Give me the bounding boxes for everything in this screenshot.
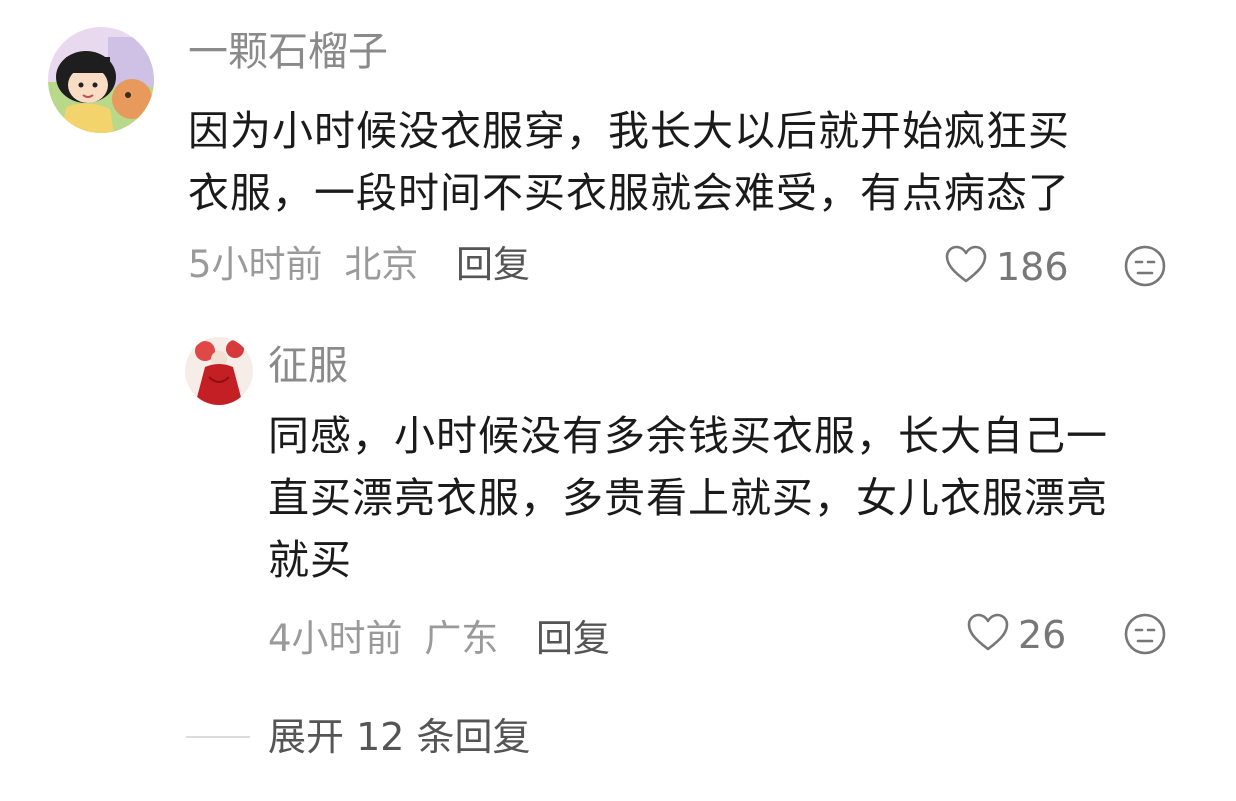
meh-face-icon (1123, 245, 1167, 292)
comment-dislike-button[interactable] (1123, 244, 1167, 292)
comment-text-line: 因为小时候没衣服穿，我长大以后就开始疯狂买 (188, 107, 1070, 155)
commenter-username[interactable]: 一颗石榴子 (188, 32, 388, 72)
comment-meta: 5小时前 北京 (188, 246, 418, 283)
comment-text-line: 衣服，一段时间不买衣服就会难受，有点病态了 (188, 169, 1070, 217)
reply-reply-button[interactable]: 回复 (536, 620, 610, 657)
comment-reply-button[interactable]: 回复 (456, 246, 530, 283)
heart-outline-icon (944, 244, 988, 290)
expand-divider (186, 736, 250, 738)
reply-location: 广东 (424, 617, 499, 660)
comment-time: 5小时前 (188, 243, 323, 286)
comment-text: 因为小时候没衣服穿，我长大以后就开始疯狂买 衣服，一段时间不买衣服就会难受，有点… (188, 100, 1188, 224)
commenter-avatar[interactable] (48, 27, 154, 133)
comment-like-button[interactable]: 186 (944, 244, 1069, 290)
comment-location: 北京 (344, 243, 419, 286)
reply-meta: 4小时前 广东 (268, 620, 498, 657)
meh-face-icon (1123, 613, 1167, 660)
reply-like-button[interactable]: 26 (966, 612, 1066, 658)
replier-username[interactable]: 征服 (268, 346, 348, 386)
replier-avatar[interactable] (185, 337, 253, 405)
reply-text: 同感，小时候没有多余钱买衣服，长大自己一 直买漂亮衣服，多贵看上就买，女儿衣服漂… (268, 405, 1208, 591)
heart-outline-icon (966, 612, 1010, 658)
reply-text-line: 直买漂亮衣服，多贵看上就买，女儿衣服漂亮 (268, 474, 1108, 522)
reply-dislike-button[interactable] (1123, 612, 1167, 660)
comment-like-count: 186 (996, 245, 1069, 289)
reply-time: 4小时前 (268, 617, 403, 660)
reply-text-line: 就买 (268, 536, 352, 584)
reply-text-line: 同感，小时候没有多余钱买衣服，长大自己一 (268, 412, 1108, 460)
comment-thread: 一颗石榴子 因为小时候没衣服穿，我长大以后就开始疯狂买 衣服，一段时间不买衣服就… (0, 0, 1236, 801)
reply-like-count: 26 (1018, 613, 1067, 657)
expand-replies-button[interactable]: 展开 12 条回复 (268, 718, 531, 756)
